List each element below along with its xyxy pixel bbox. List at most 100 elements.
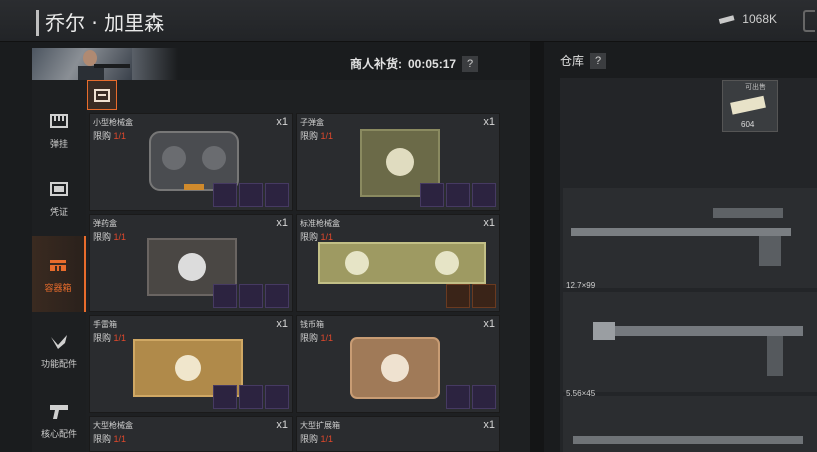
weapon-slot[interactable] bbox=[563, 292, 817, 392]
item-name: 子弹盒 bbox=[300, 118, 324, 127]
limit-value: 1/1 bbox=[320, 131, 334, 141]
content-chip bbox=[472, 284, 496, 308]
contents-preview bbox=[213, 183, 289, 207]
item-name: 大型扩展箱 bbox=[300, 421, 340, 430]
voucher-icon bbox=[50, 181, 68, 196]
panel-divider bbox=[530, 42, 544, 452]
magazine-icon bbox=[50, 113, 68, 128]
shop-card-large-expansion-case[interactable]: 大型扩展箱 限购 1/1 x1 bbox=[296, 416, 500, 452]
content-chip bbox=[213, 385, 237, 409]
warehouse-title: 仓库 bbox=[560, 54, 585, 68]
trader-name: 乔尔 · 加里森 bbox=[36, 10, 164, 36]
limit-text: 限购 1/1 bbox=[93, 331, 126, 344]
content-chip bbox=[420, 183, 444, 207]
limit-value: 1/1 bbox=[320, 434, 334, 444]
box-icon bbox=[94, 89, 110, 102]
stash-item-count: 604 bbox=[741, 120, 755, 129]
contents-preview bbox=[420, 183, 496, 207]
sidebar-item-label: 弹挂 bbox=[49, 138, 68, 149]
money-stack-icon bbox=[719, 15, 735, 24]
content-chip bbox=[446, 183, 470, 207]
filter-button[interactable] bbox=[87, 80, 117, 110]
sidebar-item-label: 功能配件 bbox=[40, 358, 77, 369]
stash-item-caption: 可出售 bbox=[745, 84, 766, 91]
limit-label: 限购 bbox=[93, 434, 112, 444]
item-name: 标准枪械盒 bbox=[300, 219, 340, 228]
item-qty: x1 bbox=[276, 116, 288, 128]
shop-card-small-gun-case[interactable]: 小型枪械盒 限购 1/1 x1 bbox=[89, 113, 293, 211]
limit-label: 限购 bbox=[93, 333, 112, 343]
content-chip bbox=[265, 284, 289, 308]
limit-label: 限购 bbox=[93, 232, 112, 242]
restock-label: 商人补货: bbox=[350, 57, 402, 71]
shop-card-coin-case[interactable]: 钱币箱 限购 1/1 x1 bbox=[296, 315, 500, 413]
content-chip bbox=[472, 385, 496, 409]
limit-value: 1/1 bbox=[320, 333, 334, 343]
contents-preview bbox=[446, 284, 496, 308]
content-chip bbox=[213, 183, 237, 207]
contents-preview bbox=[213, 284, 289, 308]
content-chip bbox=[239, 284, 263, 308]
sidebar-item-container[interactable]: 容器箱 bbox=[32, 236, 86, 312]
limit-text: 限购 1/1 bbox=[93, 129, 126, 142]
container-icon bbox=[50, 259, 66, 271]
limit-value: 1/1 bbox=[113, 434, 127, 444]
contents-preview bbox=[446, 385, 496, 409]
content-chip bbox=[446, 385, 470, 409]
menu-button[interactable] bbox=[803, 10, 815, 32]
item-qty: x1 bbox=[483, 419, 495, 431]
shop-card-large-gun-case[interactable]: 大型枪械盒 限购 1/1 x1 bbox=[89, 416, 293, 452]
item-qty: x1 bbox=[276, 217, 288, 229]
restock-time: 00:05:17 bbox=[408, 56, 457, 71]
limit-label: 限购 bbox=[300, 434, 319, 444]
item-qty: x1 bbox=[276, 419, 288, 431]
item-name: 手雷箱 bbox=[93, 320, 117, 329]
standard-gun-case-icon bbox=[318, 242, 486, 284]
shop-card-ammo-box[interactable]: 子弹盒 限购 1/1 x1 bbox=[296, 113, 500, 211]
shop-card-ammo-case[interactable]: 弹药盒 限购 1/1 x1 bbox=[89, 214, 293, 312]
attachment-icon bbox=[51, 334, 67, 349]
rifle-icon bbox=[573, 436, 803, 444]
warehouse-help-button[interactable]: ? bbox=[590, 52, 607, 69]
cash-stack-icon bbox=[730, 95, 766, 115]
item-qty: x1 bbox=[276, 318, 288, 330]
limit-text: 限购 1/1 bbox=[300, 331, 333, 344]
restock-help-button[interactable]: ? bbox=[462, 55, 479, 72]
assault-rifle-icon bbox=[593, 322, 803, 376]
limit-value: 1/1 bbox=[113, 333, 127, 343]
limit-value: 1/1 bbox=[113, 131, 127, 141]
limit-value: 1/1 bbox=[113, 232, 127, 242]
item-name: 小型枪械盒 bbox=[93, 118, 133, 127]
content-chip bbox=[446, 284, 470, 308]
trader-portrait bbox=[32, 48, 132, 80]
limit-text: 限购 1/1 bbox=[300, 129, 333, 142]
item-name: 大型枪械盒 bbox=[93, 421, 133, 430]
restock-timer: 商人补货: 00:05:17 ? bbox=[350, 55, 479, 72]
shop-card-grenade-case[interactable]: 手雷箱 限购 1/1 x1 bbox=[89, 315, 293, 413]
soldier-portrait-icon bbox=[78, 50, 130, 80]
content-chip bbox=[265, 183, 289, 207]
sniper-rifle-icon bbox=[571, 208, 791, 266]
sidebar-item-attachment[interactable]: 功能配件 bbox=[32, 312, 86, 388]
stash-item-cash[interactable]: 可出售 604 bbox=[722, 80, 778, 132]
limit-label: 限购 bbox=[93, 131, 112, 141]
item-qty: x1 bbox=[483, 217, 495, 229]
limit-text: 限购 1/1 bbox=[93, 230, 126, 243]
item-qty: x1 bbox=[483, 318, 495, 330]
category-sidebar: 弹挂 凭证 容器箱 功能配件 核心配件 bbox=[32, 80, 86, 452]
warehouse-header: 仓库 ? bbox=[560, 52, 607, 69]
limit-label: 限购 bbox=[300, 131, 319, 141]
sidebar-item-label: 凭证 bbox=[49, 206, 68, 217]
item-name: 弹药盒 bbox=[93, 219, 117, 228]
content-chip bbox=[472, 183, 496, 207]
coin-case-icon bbox=[350, 337, 440, 399]
weapon-slot[interactable] bbox=[563, 188, 817, 288]
limit-text: 限购 1/1 bbox=[93, 432, 126, 445]
sidebar-item-voucher[interactable]: 凭证 bbox=[32, 160, 86, 236]
sidebar-item-core[interactable]: 核心配件 bbox=[32, 388, 86, 452]
shop-card-standard-gun-case[interactable]: 标准枪械盒 限购 1/1 x1 bbox=[296, 214, 500, 312]
limit-label: 限购 bbox=[300, 232, 319, 242]
top-bar: 乔尔 · 加里森 1068K bbox=[0, 0, 817, 42]
money-amount: 1068K bbox=[742, 12, 777, 26]
weapon-slot[interactable] bbox=[563, 396, 817, 452]
